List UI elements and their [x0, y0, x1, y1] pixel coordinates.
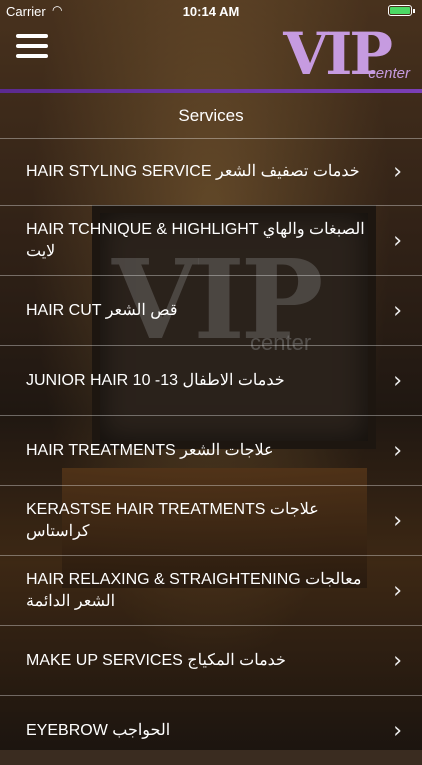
chevron-right-icon: ›: [393, 438, 402, 463]
service-item[interactable]: HAIR CUT قص الشعر ›: [0, 275, 422, 345]
service-item-label: HAIR TCHNIQUE & HIGHLIGHT الصبغات والهاي…: [26, 220, 365, 260]
service-item-label: HAIR STYLING SERVICE خدمات تصفيف الشعر: [26, 163, 360, 180]
service-item[interactable]: EYEBROW الحواجب ›: [0, 695, 422, 765]
service-item-label: HAIR CUT قص الشعر: [26, 301, 178, 319]
page-title: Services: [178, 106, 244, 125]
service-item[interactable]: HAIR TCHNIQUE & HIGHLIGHT الصبغات والهاي…: [0, 205, 422, 275]
services-list: HAIR STYLING SERVICE خدمات تصفيف الشعر › H…: [0, 138, 422, 765]
service-item-label: KERASTSE HAIR TREATMENTS علاجات كراستاس: [26, 500, 319, 540]
service-item[interactable]: HAIR STYLING SERVICE خدمات تصفيف الشعر ›: [0, 138, 422, 205]
brand-logo-sub: center: [368, 65, 410, 82]
header-divider: [0, 89, 422, 93]
chevron-right-icon: ›: [393, 228, 402, 253]
service-item[interactable]: HAIR TREATMENTS علاجات الشعر ›: [0, 415, 422, 485]
service-item[interactable]: JUNIOR HAIR 10 -13 خدمات الاطفال ›: [0, 345, 422, 415]
chevron-right-icon: ›: [393, 648, 402, 673]
chevron-right-icon: ›: [393, 159, 402, 185]
hamburger-menu-button[interactable]: [16, 34, 48, 60]
chevron-right-icon: ›: [393, 578, 402, 603]
service-item-label: MAKE UP SERVICES خدمات المكياج: [26, 651, 286, 669]
service-item-label: HAIR TREATMENTS علاجات الشعر: [26, 441, 274, 459]
chevron-right-icon: ›: [393, 718, 402, 743]
status-bar: Carrier ◠ 10:14 AM: [0, 0, 422, 22]
service-item[interactable]: KERASTSE HAIR TREATMENTS علاجات كراستاس ›: [0, 485, 422, 555]
service-item-label: JUNIOR HAIR 10 -13 خدمات الاطفال: [26, 371, 285, 389]
status-time: 10:14 AM: [182, 4, 240, 19]
hamburger-icon: [16, 34, 48, 38]
chevron-right-icon: ›: [393, 298, 402, 323]
service-item-label: HAIR RELAXING & STRAIGHTENING معالجات ال…: [26, 570, 362, 610]
service-item-label: EYEBROW الحواجب: [26, 721, 171, 739]
battery-icon: [388, 5, 415, 16]
chevron-right-icon: ›: [393, 368, 402, 393]
service-item[interactable]: MAKE UP SERVICES خدمات المكياج ›: [0, 625, 422, 695]
brand-logo: VIP center: [283, 20, 410, 88]
service-item[interactable]: HAIR RELAXING & STRAIGHTENING معالجات ال…: [0, 555, 422, 625]
chevron-right-icon: ›: [393, 508, 402, 533]
